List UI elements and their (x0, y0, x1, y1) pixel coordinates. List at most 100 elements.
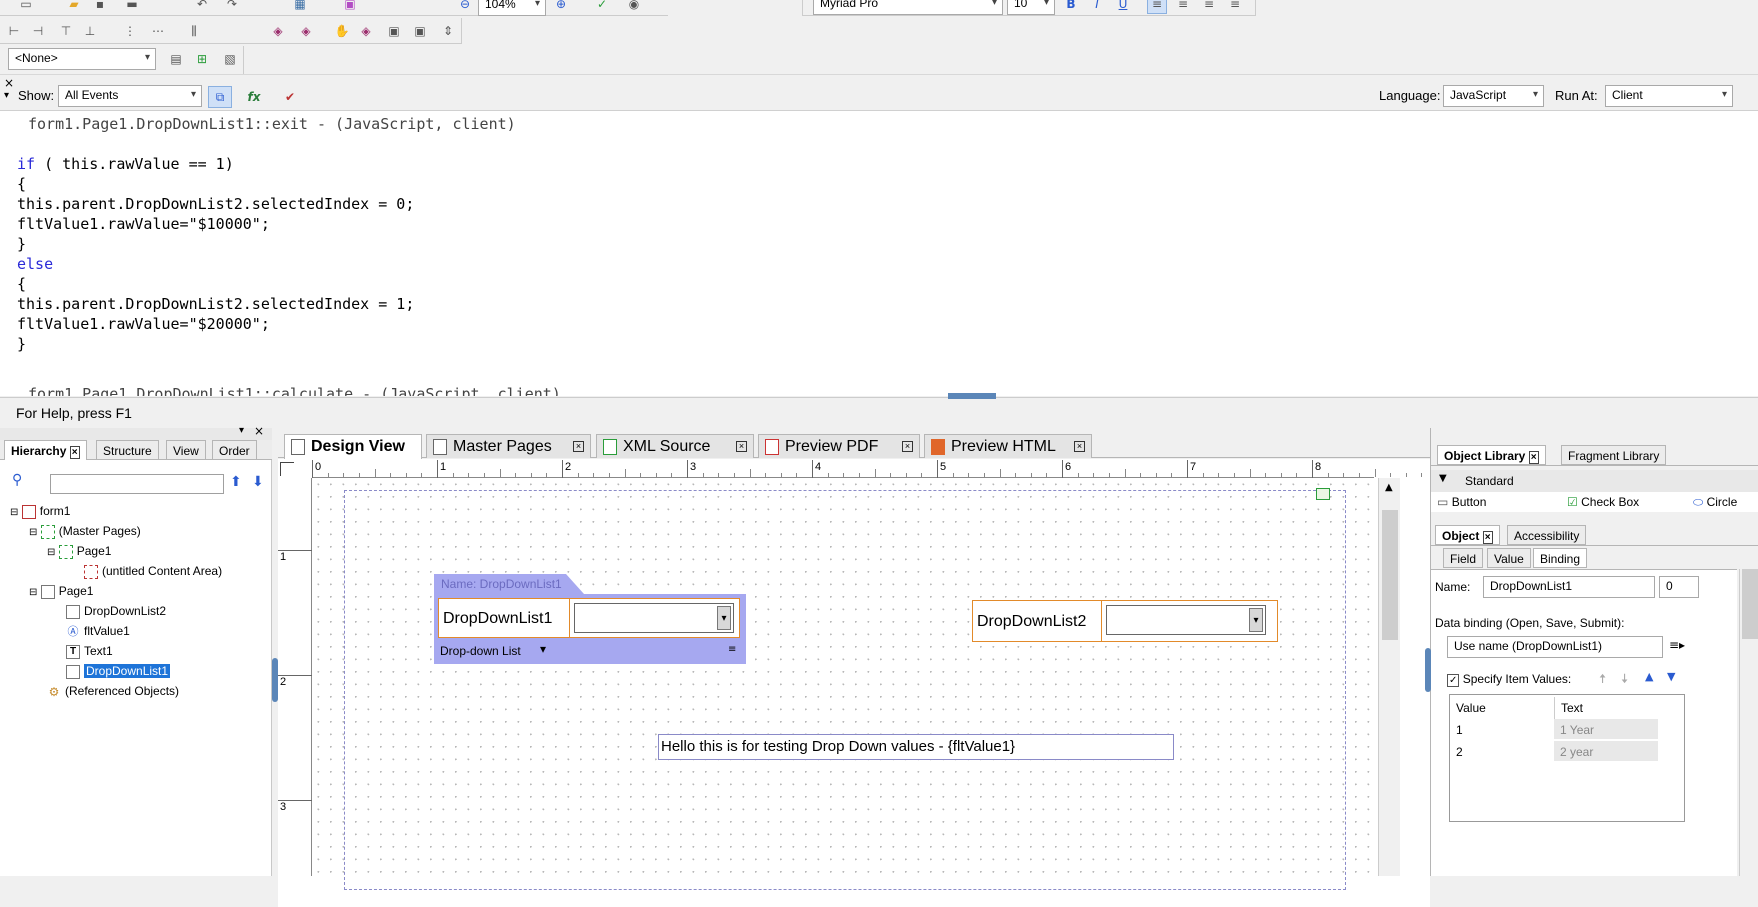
collapse-arrow-icon[interactable]: ▾ (4, 90, 9, 101)
chevron-down-icon[interactable]: ▾ (717, 606, 731, 630)
name-input[interactable]: DropDownList1 (1483, 576, 1655, 598)
tab-object-library[interactable]: Object Library × (1437, 445, 1546, 465)
move-down-icon[interactable]: 🠇 (1621, 670, 1628, 692)
dropdownlist2-value-area[interactable]: ▾ (1101, 601, 1277, 641)
redo-icon[interactable]: ↷ (222, 0, 242, 14)
close-icon[interactable]: × (254, 424, 264, 438)
table-row-value[interactable]: 1 (1456, 723, 1463, 737)
hand-select-icon[interactable]: ◈ (356, 21, 376, 41)
align-right-icon[interactable]: ≡ (1199, 0, 1219, 14)
distribute-icon[interactable]: ⫼ (184, 21, 204, 41)
save-icon[interactable]: ▪ (90, 0, 110, 14)
align-top-icon[interactable]: ⊤ (56, 21, 76, 41)
align-bottom-icon[interactable]: ⊥ (80, 21, 100, 41)
vertical-scrollbar[interactable]: ▲ (1378, 478, 1400, 876)
panel-menu-icon[interactable]: ▾ (239, 425, 244, 436)
undo-icon[interactable]: ↶ (192, 0, 212, 14)
dropdownlist1-box[interactable]: ▾ (574, 603, 734, 633)
expander-icon[interactable]: ⊟ (29, 527, 37, 538)
table-row-value[interactable]: 2 (1456, 745, 1463, 759)
tree-item-content-area[interactable]: (untitled Content Area) (84, 562, 222, 580)
tab-structure[interactable]: Structure (96, 440, 159, 460)
script-code-area[interactable]: form1.Page1.DropDownList1::exit - (JavaS… (0, 112, 1758, 396)
library-item-circle[interactable]: ⬭ Circle (1693, 495, 1737, 510)
justify-icon[interactable]: ≡ (1225, 0, 1245, 14)
expander-icon[interactable]: ⊟ (10, 507, 18, 518)
zoom-out-icon[interactable]: ⊖ (455, 0, 475, 14)
arrow-down-icon[interactable]: ⬇ (252, 474, 264, 490)
tab-preview-pdf[interactable]: Preview PDF × (758, 434, 920, 458)
close-icon[interactable]: × (1528, 451, 1539, 464)
tree-item-fltvalue1[interactable]: ⒶfltValue1 (66, 622, 130, 640)
tab-object[interactable]: Object × (1435, 525, 1500, 545)
tab-xml-source[interactable]: XML Source × (596, 434, 754, 458)
close-icon[interactable]: × (736, 441, 747, 452)
run-at-select[interactable]: Client ▾ (1605, 85, 1733, 107)
center-vertical-icon[interactable]: ⋮ (120, 21, 140, 41)
dropdownlist2-field[interactable]: DropDownList2 ▾ (972, 600, 1278, 642)
size-equal-height-icon[interactable]: ⇕ (438, 21, 458, 41)
functions-button[interactable]: fx (242, 86, 266, 108)
expander-icon[interactable]: ⊟ (47, 547, 55, 558)
tree-item-master-pages[interactable]: ⊟ (Master Pages) (29, 522, 141, 540)
tree-item-form1[interactable]: ⊟ form1 (10, 502, 70, 520)
library-item-check-box[interactable]: ☑ Check Box (1567, 495, 1639, 509)
close-icon[interactable]: × (69, 446, 80, 459)
zoom-select[interactable]: 104% ▾ (478, 0, 546, 16)
show-events-select[interactable]: All Events ▾ (58, 85, 202, 107)
size-equal-width-icon[interactable]: ▣ (410, 21, 430, 41)
font-size-select[interactable]: 10 ▾ (1007, 0, 1055, 15)
tab-preview-html[interactable]: Preview HTML × (924, 434, 1092, 458)
hand-icon[interactable]: ✋ (332, 21, 352, 41)
ungroup-icon[interactable]: ◈ (296, 21, 316, 41)
table-row-text-cell[interactable]: 1 Year (1554, 719, 1658, 739)
align-center-icon[interactable]: ≡ (1173, 0, 1193, 14)
scroll-up-icon[interactable]: ▲ (1385, 482, 1393, 493)
align-left-icon[interactable]: ≡ (1147, 0, 1167, 14)
hierarchy-search-input[interactable] (50, 474, 224, 494)
print-icon[interactable]: ▬ (122, 0, 142, 14)
name-index-input[interactable]: 0 (1659, 576, 1699, 598)
tree-item-text1[interactable]: T Text1 (66, 642, 113, 660)
triangle-up-icon[interactable]: ▲ (1645, 670, 1653, 683)
zoom-in-icon[interactable]: ⊕ (551, 0, 571, 14)
triangle-down-icon[interactable]: ▼ (1667, 670, 1675, 683)
style-select[interactable]: <None> ▾ (8, 48, 156, 70)
collapse-arrow-icon[interactable]: ▼ (1439, 473, 1447, 484)
new-icon[interactable]: ▭ (16, 0, 36, 14)
arrow-up-icon[interactable]: ⬆ (230, 474, 242, 490)
center-horizontal-icon[interactable]: ⋯ (148, 21, 168, 41)
close-icon[interactable]: × (1074, 441, 1085, 452)
text1-object[interactable]: Hello this is for testing Drop Down valu… (658, 734, 1174, 760)
splitter-handle[interactable] (948, 393, 996, 399)
edit-style-icon[interactable]: ▤ (166, 49, 186, 69)
dropdownlist1-selection[interactable]: DropDownList1 ▾ Drop-down List ▾ ≡ (434, 594, 746, 664)
tab-hierarchy[interactable]: Hierarchy × (4, 440, 87, 460)
binding-menu-icon[interactable]: ≡▸ (1669, 638, 1685, 652)
library-item-button[interactable]: ▭ Button (1437, 495, 1486, 509)
object-menu-icon[interactable]: ≡ (728, 644, 736, 655)
move-up-icon[interactable]: 🠅 (1599, 670, 1606, 692)
tab-fragment-library[interactable]: Fragment Library (1561, 445, 1667, 465)
close-icon[interactable]: × (573, 441, 584, 452)
open-folder-icon[interactable]: ▰ (64, 0, 84, 14)
bold-button[interactable]: B (1061, 0, 1081, 14)
scrollbar-thumb[interactable] (1382, 510, 1398, 640)
subtab-value[interactable]: Value (1487, 548, 1531, 568)
tree-item-referenced-objects[interactable]: ⚙ (Referenced Objects) (47, 682, 179, 700)
check-spelling-icon[interactable]: ✓ (592, 0, 612, 14)
subtab-binding[interactable]: Binding (1533, 548, 1588, 568)
data-binding-select[interactable]: Use name (DropDownList1) (1447, 636, 1663, 658)
table-row-text-cell[interactable]: 2 year (1554, 741, 1658, 761)
subtab-field[interactable]: Field (1443, 548, 1484, 568)
panel-collapse-handle[interactable] (1425, 648, 1431, 692)
italic-button[interactable]: I (1087, 0, 1107, 14)
preview-icon[interactable]: ◉ (624, 0, 644, 14)
tab-order[interactable]: Order (212, 440, 257, 460)
tree-item-dropdownlist1[interactable]: DropDownList1 (66, 662, 171, 680)
page-canvas[interactable]: Name: DropDownList1 DropDownList1 ▾ Drop… (312, 478, 1374, 890)
align-right-edges-icon[interactable]: ⊣ (28, 21, 48, 41)
size-equal-icon[interactable]: ▣ (384, 21, 404, 41)
chevron-down-icon[interactable]: ▾ (1249, 608, 1263, 632)
language-select[interactable]: JavaScript ▾ (1443, 85, 1544, 107)
